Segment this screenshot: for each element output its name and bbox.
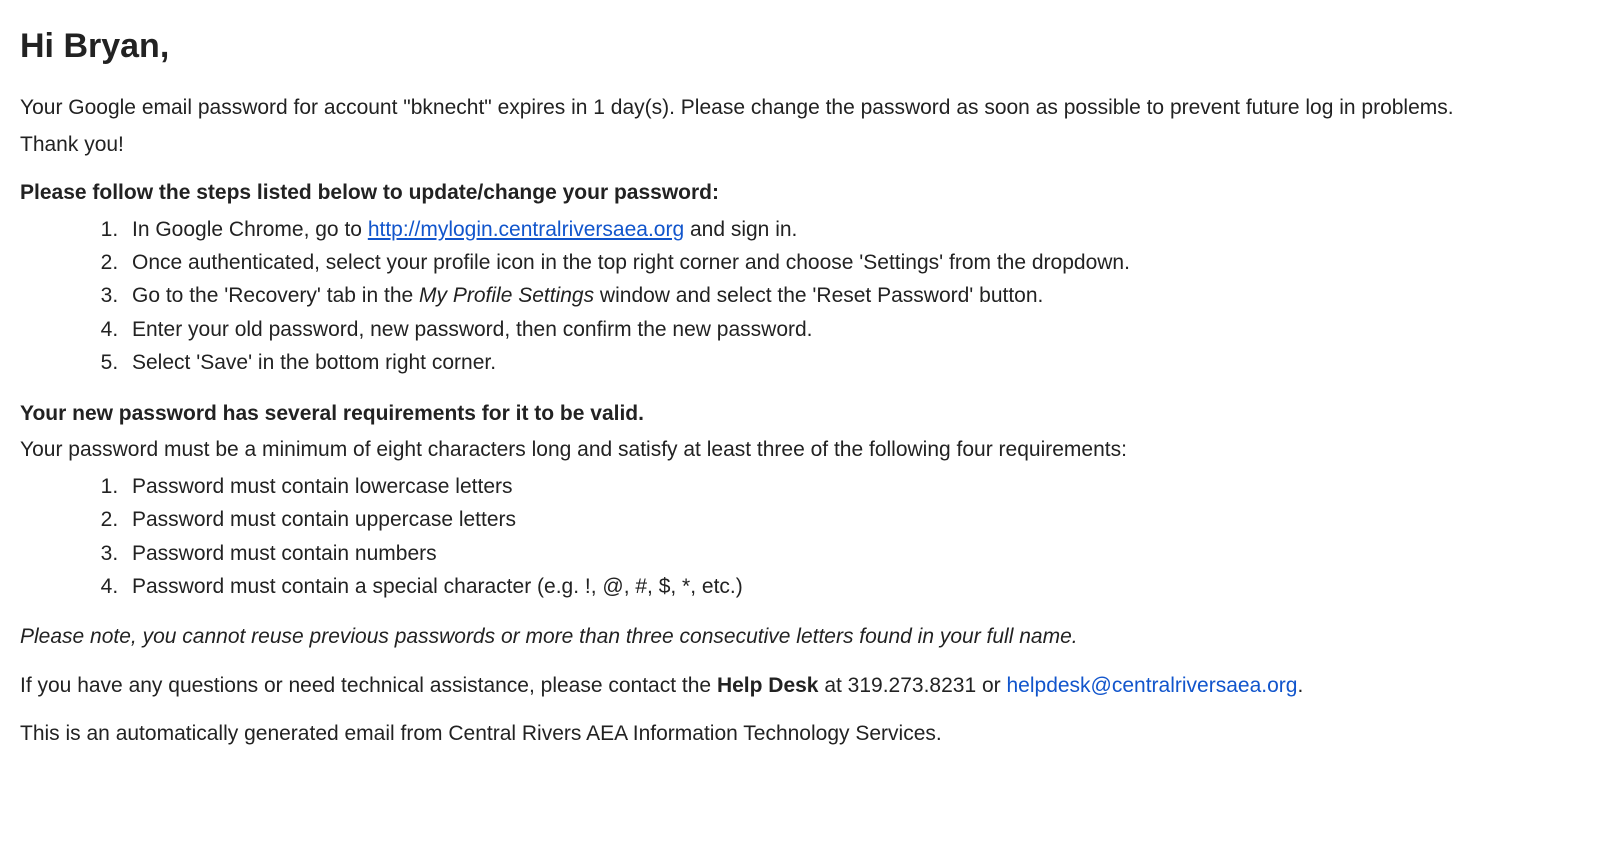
step-3-post: window and select the 'Reset Password' b… <box>594 284 1043 307</box>
greeting-heading: Hi Bryan, <box>20 22 1580 71</box>
step-3-em: My Profile Settings <box>419 284 594 307</box>
steps-list: In Google Chrome, go to http://mylogin.c… <box>124 215 1580 379</box>
step-1-pre: In Google Chrome, go to <box>132 218 368 241</box>
requirements-list: Password must contain lowercase letters … <box>124 472 1580 603</box>
step-1: In Google Chrome, go to http://mylogin.c… <box>124 215 1580 245</box>
step-5: Select 'Save' in the bottom right corner… <box>124 348 1580 378</box>
help-desk-label: Help Desk <box>717 674 819 697</box>
intro-line1: Your Google email password for account "… <box>20 93 1580 123</box>
contact-pre: If you have any questions or need techni… <box>20 674 717 697</box>
requirement-1: Password must contain lowercase letters <box>124 472 1580 502</box>
footer-line: This is an automatically generated email… <box>20 719 1580 749</box>
contact-line: If you have any questions or need techni… <box>20 671 1580 701</box>
step-3-pre: Go to the 'Recovery' tab in the <box>132 284 419 307</box>
requirement-3: Password must contain numbers <box>124 539 1580 569</box>
step-4: Enter your old password, new password, t… <box>124 315 1580 345</box>
requirements-intro: Your password must be a minimum of eight… <box>20 435 1580 465</box>
contact-post: . <box>1297 674 1303 697</box>
contact-mid: at 319.273.8231 or <box>818 674 1006 697</box>
requirements-heading: Your new password has several requiremen… <box>20 399 1580 429</box>
step-1-post: and sign in. <box>684 218 797 241</box>
login-link[interactable]: http://mylogin.centralriversaea.org <box>368 218 684 241</box>
helpdesk-email-link[interactable]: helpdesk@centralriversaea.org <box>1006 674 1297 697</box>
intro-line2: Thank you! <box>20 130 1580 160</box>
intro-block: Your Google email password for account "… <box>20 93 1580 160</box>
step-2: Once authenticated, select your profile … <box>124 248 1580 278</box>
requirement-4: Password must contain a special characte… <box>124 572 1580 602</box>
requirement-2: Password must contain uppercase letters <box>124 505 1580 535</box>
reuse-note: Please note, you cannot reuse previous p… <box>20 622 1580 652</box>
step-3: Go to the 'Recovery' tab in the My Profi… <box>124 281 1580 311</box>
steps-heading: Please follow the steps listed below to … <box>20 178 1580 208</box>
